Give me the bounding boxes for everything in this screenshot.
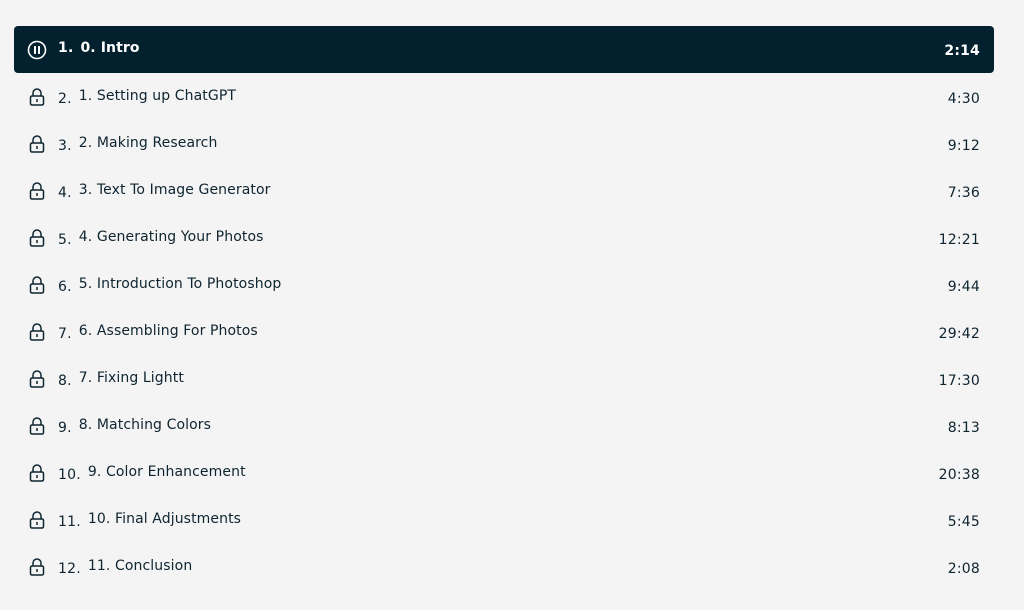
lock-icon xyxy=(27,557,47,577)
item-title: 10. Final Adjustments xyxy=(87,510,242,527)
lock-icon xyxy=(27,369,47,389)
lock-icon xyxy=(27,416,47,436)
item-number: 9. xyxy=(58,419,72,436)
item-title: 4. Generating Your Photos xyxy=(78,228,264,245)
item-number: 4. xyxy=(58,184,72,201)
item-duration: 17:30 xyxy=(938,372,980,389)
playlist-item[interactable]: 7. 6. Assembling For Photos 29:42 xyxy=(14,308,994,355)
lock-icon xyxy=(27,87,47,107)
playlist-item[interactable]: 4. 3. Text To Image Generator 7:36 xyxy=(14,167,994,214)
item-number: 11. xyxy=(58,513,81,530)
lock-icon xyxy=(27,463,47,483)
item-number: 5. xyxy=(58,231,72,248)
item-title: 0. Intro xyxy=(80,39,140,56)
lock-icon xyxy=(27,134,47,154)
item-title: 5. Introduction To Photoshop xyxy=(78,275,282,292)
pause-icon[interactable] xyxy=(27,40,47,60)
lock-icon xyxy=(27,322,47,342)
lock-icon xyxy=(27,275,47,295)
item-duration: 9:44 xyxy=(947,278,980,295)
item-number: 8. xyxy=(58,372,72,389)
item-title: 3. Text To Image Generator xyxy=(78,181,271,198)
item-duration: 4:30 xyxy=(947,90,980,107)
playlist-item-intro[interactable]: 1. 0. Intro 2:14 xyxy=(14,26,994,73)
item-number: 6. xyxy=(58,278,72,295)
course-playlist: 1. 0. Intro 2:14 2. 1. Setting up ChatGP… xyxy=(14,26,994,590)
playlist-item[interactable]: 12. 11. Conclusion 2:08 xyxy=(14,543,994,590)
item-duration: 5:45 xyxy=(947,513,980,530)
item-title: 8. Matching Colors xyxy=(78,416,212,433)
lock-icon xyxy=(27,228,47,248)
item-duration: 2:08 xyxy=(947,560,980,577)
playlist-item[interactable]: 10. 9. Color Enhancement 20:38 xyxy=(14,449,994,496)
item-title: 6. Assembling For Photos xyxy=(78,322,258,339)
item-number: 3. xyxy=(58,137,72,154)
item-duration: 12:21 xyxy=(938,231,980,248)
playlist-item[interactable]: 2. 1. Setting up ChatGPT 4:30 xyxy=(14,73,994,120)
playlist-item[interactable]: 6. 5. Introduction To Photoshop 9:44 xyxy=(14,261,994,308)
item-duration: 29:42 xyxy=(938,325,980,342)
item-title: 1. Setting up ChatGPT xyxy=(78,87,237,104)
lock-icon xyxy=(27,181,47,201)
playlist-item[interactable]: 5. 4. Generating Your Photos 12:21 xyxy=(14,214,994,261)
item-duration: 8:13 xyxy=(947,419,980,436)
item-duration: 9:12 xyxy=(947,137,980,154)
playlist-item[interactable]: 8. 7. Fixing Lightt 17:30 xyxy=(14,355,994,402)
item-number: 1. xyxy=(58,39,74,56)
item-title: 11. Conclusion xyxy=(87,557,193,574)
item-number: 10. xyxy=(58,466,81,483)
item-number: 2. xyxy=(58,90,72,107)
playlist-item[interactable]: 9. 8. Matching Colors 8:13 xyxy=(14,402,994,449)
item-title: 2. Making Research xyxy=(78,134,218,151)
item-title: 7. Fixing Lightt xyxy=(78,369,184,386)
item-duration: 2:14 xyxy=(944,42,980,59)
item-duration: 7:36 xyxy=(947,184,980,201)
item-duration: 20:38 xyxy=(938,466,980,483)
lock-icon xyxy=(27,510,47,530)
item-number: 12. xyxy=(58,560,81,577)
item-title: 9. Color Enhancement xyxy=(87,463,246,480)
playlist-item[interactable]: 11. 10. Final Adjustments 5:45 xyxy=(14,496,994,543)
playlist-item[interactable]: 3. 2. Making Research 9:12 xyxy=(14,120,994,167)
item-number: 7. xyxy=(58,325,72,342)
